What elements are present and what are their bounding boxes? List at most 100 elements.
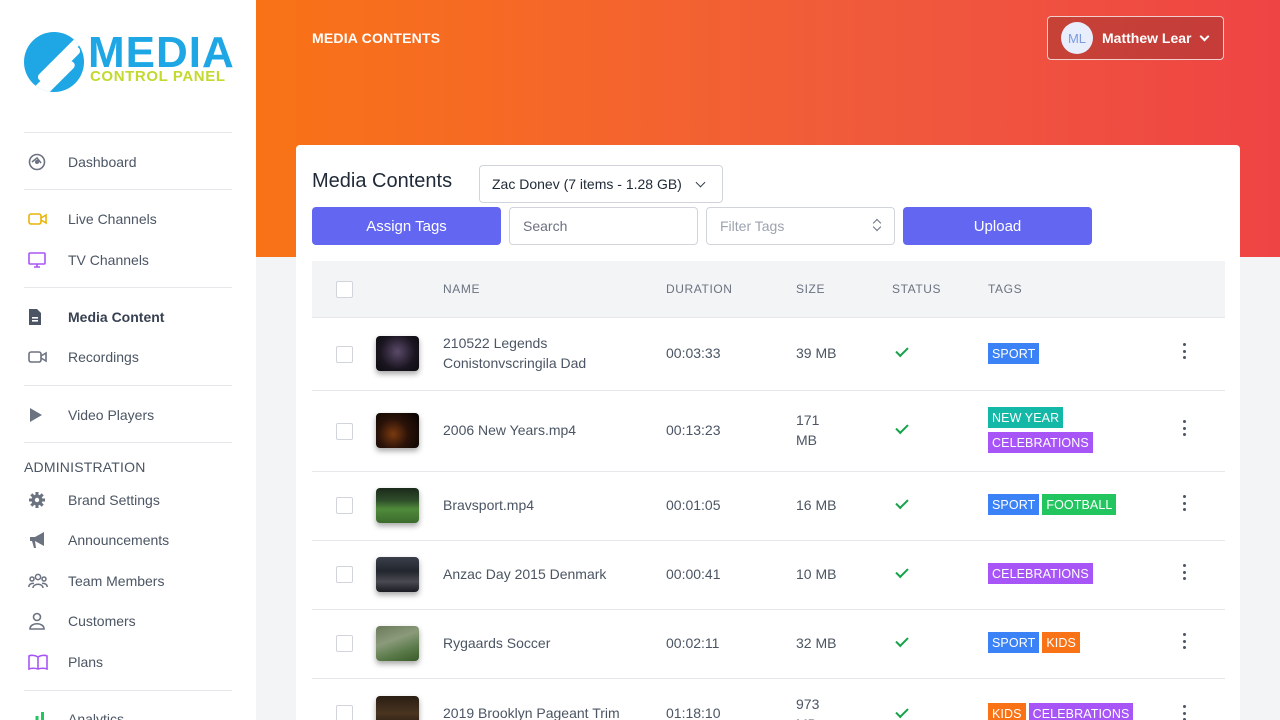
more-vertical-icon[interactable] [1181,420,1187,436]
tag-badge[interactable]: SPORT [988,494,1040,515]
more-vertical-icon[interactable] [1181,705,1187,720]
tag-badge[interactable]: FOOTBALL [1042,494,1117,515]
tag-badge[interactable]: KIDS [1042,632,1080,653]
checkmark-icon [895,343,909,358]
tag-list: NEW YEAR CELEBRATIONS [988,407,1098,453]
book-icon [24,652,52,672]
sidebar-item-customers[interactable]: Customers [24,606,232,636]
media-name[interactable]: Bravsport.mp4 [443,495,643,515]
video-thumbnail[interactable] [376,488,419,523]
sidebar-item-label: Recordings [68,349,139,365]
video-thumbnail[interactable] [376,696,419,720]
sidebar-item-plans[interactable]: Plans [24,647,232,677]
chevron-down-icon [695,177,706,188]
sidebar-item-announcements[interactable]: Announcements [24,525,232,555]
avatar: ML [1061,22,1093,54]
table-row[interactable]: 2006 New Years.mp4 00:13:23 171 MB NEW Y… [312,391,1225,472]
row-checkbox[interactable] [336,705,353,720]
more-vertical-icon[interactable] [1181,343,1187,359]
tag-badge[interactable]: CELEBRATIONS [988,563,1093,584]
column-header-duration[interactable]: DURATION [666,282,733,296]
media-name[interactable]: 2006 New Years.mp4 [443,420,643,440]
upload-button[interactable]: Upload [903,207,1092,245]
media-size: 32 MB [796,635,837,651]
media-size: 171 MB [796,412,820,448]
row-checkbox[interactable] [336,635,353,652]
tag-list: SPORT FOOTBALL [988,494,1148,515]
tag-list: KIDS CELEBRATIONS [988,703,1148,720]
sidebar-item-brand-settings[interactable]: Brand Settings [24,485,232,515]
media-duration: 00:01:05 [666,497,721,513]
video-thumbnail[interactable] [376,557,419,592]
sidebar-item-label: Dashboard [68,154,137,170]
checkmark-icon [895,633,909,648]
filter-tags-select[interactable]: Filter Tags [706,207,895,245]
logo-mark-icon [24,32,84,92]
section-title-administration: ADMINISTRATION [24,459,146,475]
account-selector[interactable]: Zac Donev (7 items - 1.28 GB) [479,165,723,203]
brand-logo[interactable]: MEDIA CONTROL PANEL [24,30,234,94]
checkmark-icon [895,420,909,435]
column-header-status[interactable]: STATUS [892,282,941,296]
video-thumbnail[interactable] [376,626,419,661]
tag-list: SPORT KIDS [988,632,1148,653]
checkmark-icon [895,495,909,510]
sidebar-item-label: Media Content [68,309,165,325]
tag-badge[interactable]: KIDS [988,703,1026,720]
media-name[interactable]: 210522 Legends Conistonvscringila Dad [443,333,623,373]
tag-badge[interactable]: SPORT [988,343,1040,364]
camera-icon [24,209,52,229]
media-name[interactable]: Rygaards Soccer [443,633,643,653]
row-checkbox[interactable] [336,497,353,514]
column-header-size[interactable]: SIZE [796,282,825,296]
tag-badge[interactable]: CELEBRATIONS [1028,703,1134,720]
megaphone-icon [24,530,52,550]
divider [24,189,232,190]
table-header: NAME DURATION SIZE STATUS TAGS [312,261,1225,318]
team-icon [24,571,52,591]
tag-badge[interactable]: SPORT [988,632,1040,653]
table-row[interactable]: Rygaards Soccer 00:02:11 32 MB SPORT KID… [312,610,1225,679]
tag-badge[interactable]: CELEBRATIONS [988,432,1093,453]
divider [24,442,232,443]
sidebar-item-video-players[interactable]: Video Players [24,400,232,430]
sidebar-item-recordings[interactable]: Recordings [24,342,232,372]
video-icon [24,347,52,367]
row-checkbox[interactable] [336,566,353,583]
table-row[interactable]: 210522 Legends Conistonvscringila Dad 00… [312,318,1225,391]
row-checkbox[interactable] [336,423,353,440]
media-size: 39 MB [796,345,837,361]
user-menu-button[interactable]: ML Matthew Lear [1047,16,1224,60]
sidebar-item-media-content[interactable]: Media Content [24,302,232,332]
select-all-checkbox[interactable] [336,281,353,298]
sidebar-item-live-channels[interactable]: Live Channels [24,204,232,234]
table-row[interactable]: Bravsport.mp4 00:01:05 16 MB SPORT FOOTB… [312,472,1225,541]
media-name[interactable]: Anzac Day 2015 Denmark [443,564,643,584]
document-icon [24,307,52,327]
sidebar: MEDIA CONTROL PANEL Dashboard Live Chann… [0,0,256,720]
sidebar-item-team-members[interactable]: Team Members [24,566,232,596]
tag-badge[interactable]: NEW YEAR [988,407,1064,428]
row-checkbox[interactable] [336,346,353,363]
sidebar-item-label: Live Channels [68,211,157,227]
filter-tags-placeholder: Filter Tags [720,218,785,234]
video-thumbnail[interactable] [376,413,419,448]
more-vertical-icon[interactable] [1181,564,1187,580]
more-vertical-icon[interactable] [1181,633,1187,649]
divider [24,690,232,691]
sidebar-item-label: Video Players [68,407,155,423]
assign-tags-button[interactable]: Assign Tags [312,207,501,245]
more-vertical-icon[interactable] [1181,495,1187,511]
sidebar-item-analytics[interactable]: Analytics [24,704,232,720]
column-header-name[interactable]: NAME [443,282,480,296]
sidebar-item-tv-channels[interactable]: TV Channels [24,245,232,275]
media-name[interactable]: 2019 Brooklyn Pageant Trim [443,703,663,720]
search-input[interactable] [509,207,698,245]
sidebar-item-dashboard[interactable]: Dashboard [24,147,232,177]
dashboard-icon [24,152,52,172]
table-row[interactable]: Anzac Day 2015 Denmark 00:00:41 10 MB CE… [312,541,1225,610]
table-row[interactable]: 2019 Brooklyn Pageant Trim 01:18:10 973 … [312,679,1225,720]
sidebar-item-label: Plans [68,654,104,670]
column-header-tags[interactable]: TAGS [988,282,1022,296]
video-thumbnail[interactable] [376,336,419,371]
